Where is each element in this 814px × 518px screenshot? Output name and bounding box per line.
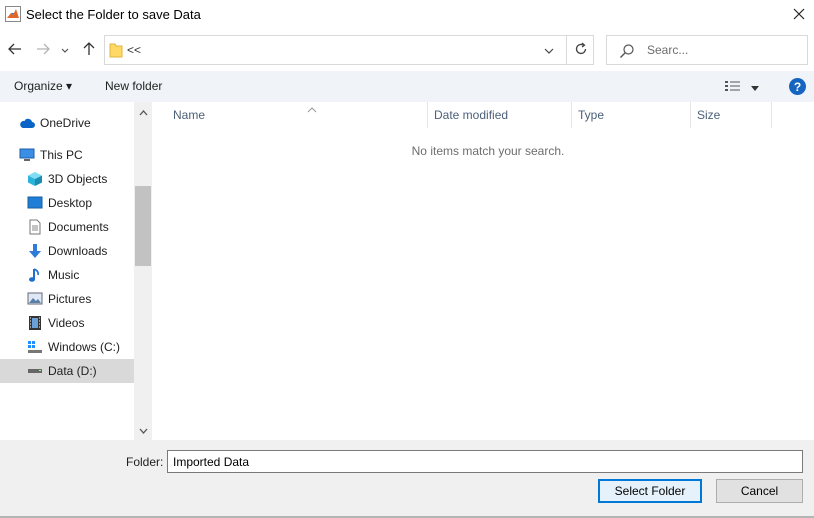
- refresh-icon[interactable]: [574, 42, 588, 59]
- sidebar-item-windows-c[interactable]: Windows (C:): [27, 335, 120, 359]
- chevron-down-icon[interactable]: [544, 43, 554, 57]
- title-bar: Select the Folder to save Data: [0, 0, 814, 30]
- column-header-label: Size: [697, 108, 721, 122]
- address-breadcrumb[interactable]: <<: [127, 43, 141, 57]
- arrow-left-icon[interactable]: [8, 42, 22, 59]
- address-bar[interactable]: <<: [104, 35, 594, 65]
- video-icon: [27, 315, 43, 331]
- scroll-thumb[interactable]: [135, 186, 151, 266]
- back-button[interactable]: [6, 41, 24, 59]
- cube-icon: [27, 171, 43, 187]
- sidebar-item-data-d[interactable]: Data (D:): [0, 359, 134, 383]
- sidebar-item-3d-objects[interactable]: 3D Objects: [27, 167, 107, 191]
- sidebar-item-label: Data (D:): [48, 364, 97, 378]
- help-button[interactable]: ?: [789, 78, 806, 95]
- column-header-label: Type: [578, 108, 605, 122]
- drive-icon: [27, 363, 43, 379]
- sidebar-item-music[interactable]: Music: [27, 263, 79, 287]
- computer-icon: [19, 147, 35, 163]
- select-folder-button[interactable]: Select Folder: [598, 479, 702, 503]
- cloud-icon: [19, 115, 35, 131]
- folder-picker-dialog: Select the Folder to save Data << Searc.…: [0, 0, 814, 518]
- column-header-type[interactable]: Type: [571, 102, 691, 128]
- column-header-date-modified[interactable]: Date modified: [427, 102, 572, 128]
- sidebar-item-pictures[interactable]: Pictures: [27, 287, 91, 311]
- details-view-icon[interactable]: [724, 80, 742, 95]
- sidebar-item-downloads[interactable]: Downloads: [27, 239, 107, 263]
- search-icon: [619, 43, 635, 59]
- sort-ascending-icon: [307, 102, 317, 113]
- column-header-size[interactable]: Size: [690, 102, 772, 128]
- sidebar-item-label: Pictures: [48, 292, 92, 306]
- column-header-label: Name: [173, 108, 206, 122]
- sidebar-item-label: 3D Objects: [48, 172, 108, 186]
- pictures-icon: [27, 291, 43, 307]
- sidebar-item-label: Videos: [48, 316, 85, 330]
- column-header-name[interactable]: Name: [166, 102, 428, 128]
- new-folder-button[interactable]: New folder: [105, 79, 162, 93]
- organize-button[interactable]: Organize ▾: [14, 79, 72, 93]
- chevron-down-icon[interactable]: [751, 80, 759, 94]
- chevron-up-icon[interactable]: [139, 105, 148, 119]
- dialog-footer: Folder: Select Folder Cancel: [0, 440, 814, 518]
- desktop-icon: [27, 195, 43, 211]
- download-icon: [27, 243, 43, 259]
- navigation-pane-scrollbar[interactable]: [134, 102, 152, 440]
- address-dropdown-button[interactable]: [538, 36, 560, 64]
- sidebar-item-label: Music: [48, 268, 80, 282]
- sidebar-item-label: Windows (C:): [48, 340, 121, 354]
- matlab-icon: [5, 6, 21, 22]
- document-icon: [27, 219, 43, 235]
- music-icon: [27, 267, 43, 283]
- recent-locations-button[interactable]: [59, 41, 71, 59]
- sidebar-item-onedrive[interactable]: OneDrive: [19, 111, 91, 135]
- sidebar-item-label: OneDrive: [40, 116, 91, 130]
- search-box[interactable]: Searc...: [606, 35, 808, 65]
- cancel-button[interactable]: Cancel: [716, 479, 803, 503]
- chevron-down-icon[interactable]: [61, 43, 69, 57]
- change-view-button[interactable]: [724, 78, 764, 96]
- sidebar-item-label: This PC: [40, 148, 83, 162]
- arrow-up-icon[interactable]: [82, 41, 96, 59]
- folder-name-input[interactable]: [167, 450, 803, 473]
- forward-button[interactable]: [34, 41, 52, 59]
- command-bar: Organize ▾ New folder ?: [0, 71, 814, 102]
- refresh-button[interactable]: [566, 36, 594, 64]
- sidebar-item-this-pc[interactable]: This PC: [19, 143, 83, 167]
- navigation-pane: OneDrive This PC 3D Objects Desktop Docu…: [0, 102, 152, 440]
- search-placeholder[interactable]: Searc...: [647, 43, 688, 57]
- chevron-down-icon[interactable]: [139, 423, 148, 437]
- file-list: Name Date modified Type Size No items ma…: [152, 102, 814, 440]
- scroll-up-button[interactable]: [134, 102, 152, 122]
- close-button[interactable]: [784, 0, 814, 30]
- folder-icon: [109, 42, 123, 58]
- windows-drive-icon: [27, 339, 43, 355]
- sidebar-item-label: Documents: [48, 220, 109, 234]
- arrow-right-icon[interactable]: [36, 42, 50, 59]
- up-button[interactable]: [80, 41, 98, 59]
- scroll-down-button[interactable]: [134, 420, 152, 440]
- sidebar-item-documents[interactable]: Documents: [27, 215, 109, 239]
- sidebar-item-desktop[interactable]: Desktop: [27, 191, 92, 215]
- column-header-label: Date modified: [434, 108, 509, 122]
- close-icon[interactable]: [793, 8, 805, 23]
- sidebar-item-label: Downloads: [48, 244, 108, 258]
- empty-folder-message: No items match your search.: [411, 144, 565, 158]
- folder-label: Folder:: [126, 455, 164, 469]
- window-title: Select the Folder to save Data: [26, 7, 201, 22]
- sidebar-item-label: Desktop: [48, 196, 93, 210]
- sidebar-item-videos[interactable]: Videos: [27, 311, 84, 335]
